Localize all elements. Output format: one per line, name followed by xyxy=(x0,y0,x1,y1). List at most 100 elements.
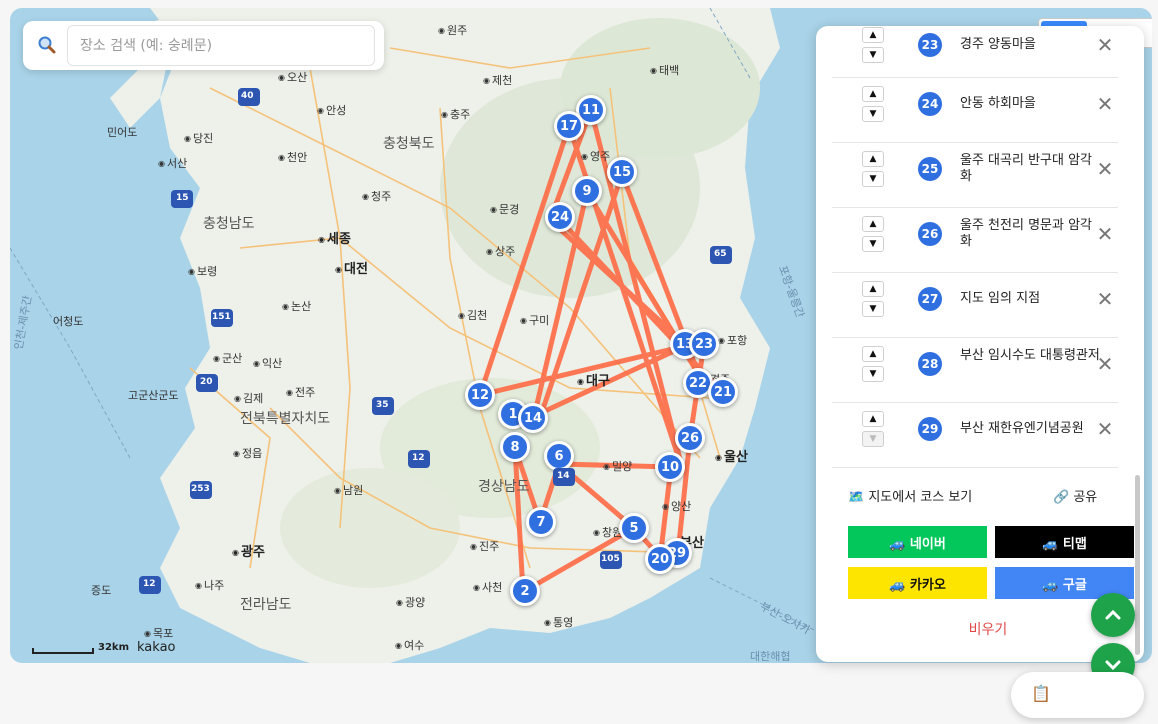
move-up-button[interactable]: ▲ xyxy=(862,281,884,297)
town-label: 포항 xyxy=(718,332,747,348)
clear-button[interactable]: 비우기 xyxy=(938,619,1038,639)
move-down-button[interactable]: ▼ xyxy=(862,171,884,187)
route-marker[interactable]: 24 xyxy=(545,202,575,232)
course-toggle-button[interactable]: 📋 xyxy=(1011,672,1144,718)
delete-button[interactable]: ✕ xyxy=(1096,419,1114,439)
town-label: 보령 xyxy=(188,263,217,279)
highway-number: 35 xyxy=(376,400,389,410)
town-label: 사천 xyxy=(473,579,502,595)
city-label: 세종 xyxy=(318,228,351,247)
delete-button[interactable]: ✕ xyxy=(1096,35,1114,55)
course-item: ▲ ▼ 23 경주 양동마을 ✕ xyxy=(832,26,1118,78)
island-label: 고군산군도 xyxy=(128,389,179,402)
reorder-controls: ▲ ▼ xyxy=(862,281,884,321)
tmap-nav-button[interactable]: 🚙 티맵 xyxy=(995,526,1134,558)
highway-number: 12 xyxy=(412,453,425,463)
move-down-button[interactable]: ▼ xyxy=(862,106,884,122)
highway-number: 12 xyxy=(143,579,156,589)
route-marker[interactable]: 10 xyxy=(655,452,685,482)
town-label: 군산 xyxy=(213,350,242,366)
move-down-button[interactable]: ▼ xyxy=(862,366,884,382)
town-label: 청주 xyxy=(362,188,391,204)
town-label: 당진 xyxy=(184,130,213,146)
route-marker[interactable]: 21 xyxy=(708,377,738,407)
item-name: 부산 임시수도 대통령관저 xyxy=(960,348,1100,363)
view-course-button[interactable]: 🗺️ 지도에서 코스 보기 xyxy=(848,486,1008,506)
move-down-button[interactable]: ▼ xyxy=(862,236,884,252)
naver-nav-button[interactable]: 🚙 네이버 xyxy=(848,526,987,558)
item-name: 울주 대곡리 반구대 암각화 xyxy=(960,153,1092,184)
scale-text: 32km xyxy=(98,642,129,653)
town-label: 김제 xyxy=(234,390,263,406)
move-down-button[interactable]: ▼ xyxy=(862,431,884,447)
route-marker[interactable]: 23 xyxy=(689,329,719,359)
island-label: 증도 xyxy=(91,584,112,597)
region-label: 경상남도 xyxy=(478,479,530,495)
route-marker[interactable]: 8 xyxy=(500,432,530,462)
route-marker[interactable]: 26 xyxy=(675,423,705,453)
town-label: 나주 xyxy=(195,577,224,593)
city-label: 광주 xyxy=(232,541,265,560)
item-number: 26 xyxy=(918,222,942,246)
route-marker[interactable]: 2 xyxy=(510,576,540,606)
route-marker[interactable]: 5 xyxy=(619,513,649,543)
course-item: ▲ ▼ 24 안동 하회마을 ✕ xyxy=(832,78,1118,143)
move-up-button[interactable]: ▲ xyxy=(862,27,884,43)
route-marker[interactable]: 6 xyxy=(544,441,574,471)
share-button[interactable]: 🔗 공유 xyxy=(1053,486,1133,506)
highway-number: 20 xyxy=(200,377,213,387)
region-label: 충청남도 xyxy=(203,216,255,232)
route-marker[interactable]: 12 xyxy=(465,380,495,410)
highway-number: 14 xyxy=(557,471,570,481)
route-marker[interactable]: 14 xyxy=(518,403,548,433)
move-up-button[interactable]: ▲ xyxy=(862,216,884,232)
scroll-up-button[interactable] xyxy=(1091,593,1135,637)
town-label: 광양 xyxy=(396,594,425,610)
route-marker[interactable]: 17 xyxy=(554,111,584,141)
route-marker[interactable]: 15 xyxy=(607,157,637,187)
item-name: 경주 양동마을 xyxy=(960,37,1036,52)
move-up-button[interactable]: ▲ xyxy=(862,151,884,167)
town-label: 영주 xyxy=(581,148,610,164)
item-name: 안동 하회마을 xyxy=(960,96,1036,111)
town-label: 남원 xyxy=(334,482,363,498)
highway-number: 65 xyxy=(714,249,727,259)
course-item: ▲ ▼ 29 부산 재한유엔기념공원 ✕ xyxy=(832,403,1118,468)
move-up-button[interactable]: ▲ xyxy=(862,86,884,102)
highway-number: 151 xyxy=(212,312,231,322)
item-name: 지도 임의 지점 xyxy=(960,291,1041,306)
town-label: 밀양 xyxy=(603,458,632,474)
town-label: 김천 xyxy=(458,307,487,323)
item-number: 25 xyxy=(918,157,942,181)
search-box xyxy=(23,21,384,70)
town-label: 창원 xyxy=(593,524,622,540)
delete-button[interactable]: ✕ xyxy=(1096,289,1114,309)
delete-button[interactable]: ✕ xyxy=(1096,159,1114,179)
highway-number: 253 xyxy=(191,484,210,494)
reorder-controls: ▲ ▼ xyxy=(862,216,884,256)
move-up-button[interactable]: ▲ xyxy=(862,411,884,427)
item-number: 24 xyxy=(918,92,942,116)
move-down-button[interactable]: ▼ xyxy=(862,47,884,63)
city-label: 대전 xyxy=(335,258,368,277)
kakao-nav-button[interactable]: 🚙 카카오 xyxy=(848,567,987,599)
panel-scrollbar[interactable] xyxy=(1135,475,1140,655)
reorder-controls: ▲ ▼ xyxy=(862,151,884,191)
route-marker[interactable]: 7 xyxy=(526,507,556,537)
delete-button[interactable]: ✕ xyxy=(1096,354,1114,374)
search-input[interactable] xyxy=(67,25,375,66)
region-label: 전라남도 xyxy=(240,597,292,613)
reorder-controls: ▲ ▼ xyxy=(862,411,884,451)
search-icon xyxy=(38,36,56,54)
delete-button[interactable]: ✕ xyxy=(1096,224,1114,244)
town-label: 태백 xyxy=(650,62,679,78)
city-label: 대구 xyxy=(577,370,610,389)
item-number: 29 xyxy=(918,417,942,441)
route-marker[interactable]: 9 xyxy=(572,176,602,206)
route-marker[interactable]: 20 xyxy=(645,544,675,574)
move-up-button[interactable]: ▲ xyxy=(862,346,884,362)
sea-label: 대한해협 xyxy=(750,650,791,663)
town-label: 양산 xyxy=(662,498,691,514)
move-down-button[interactable]: ▼ xyxy=(862,301,884,317)
delete-button[interactable]: ✕ xyxy=(1096,94,1114,114)
